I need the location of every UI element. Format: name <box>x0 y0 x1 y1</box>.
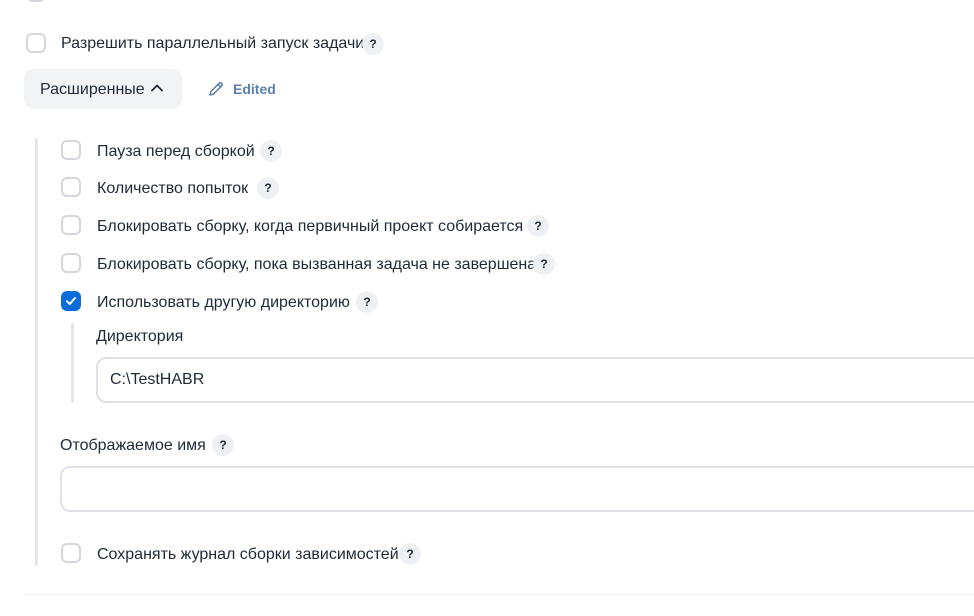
save-dependency-log-help-button[interactable]: ? <box>399 543 421 565</box>
pause-before-build-help-button[interactable]: ? <box>260 140 282 162</box>
block-downstream-label: Блокировать сборку, пока вызванная задач… <box>97 256 537 273</box>
parallel-label: Разрешить параллельный запуск задачи <box>61 35 365 52</box>
block-upstream-label: Блокировать сборку, когда первичный прое… <box>97 218 524 235</box>
previous-checkbox[interactable] <box>27 0 45 2</box>
advanced-section-border <box>35 138 38 566</box>
parallel-help-button[interactable]: ? <box>362 33 384 55</box>
section-divider <box>24 594 974 595</box>
advanced-button-label: Расширенные <box>40 81 145 98</box>
checkmark-icon <box>66 297 76 305</box>
retry-count-label: Количество попыток <box>97 180 249 197</box>
edited-label: Edited <box>233 81 276 97</box>
advanced-button[interactable]: Расширенные <box>24 69 182 109</box>
directory-label: Директория <box>96 328 184 345</box>
block-downstream-help-button[interactable]: ? <box>533 253 555 275</box>
retry-count-help-button[interactable]: ? <box>257 177 279 199</box>
directory-input[interactable] <box>96 357 974 403</box>
directory-section-border <box>71 323 74 403</box>
display-name-help-button[interactable]: ? <box>212 434 234 456</box>
display-name-label: Отображаемое имя <box>60 437 206 454</box>
save-dependency-log-checkbox[interactable] <box>61 543 81 563</box>
display-name-input[interactable] <box>60 466 974 512</box>
block-upstream-help-button[interactable]: ? <box>527 215 549 237</box>
chevron-up-icon <box>150 81 164 100</box>
parallel-checkbox[interactable] <box>26 33 46 53</box>
pause-before-build-checkbox[interactable] <box>61 140 81 160</box>
retry-count-checkbox[interactable] <box>61 177 81 197</box>
pause-before-build-label: Пауза перед сборкой <box>97 143 255 160</box>
custom-directory-label: Использовать другую директорию <box>97 294 350 311</box>
save-dependency-log-label: Сохранять журнал сборки зависимостей <box>97 546 399 563</box>
pencil-icon <box>207 80 225 103</box>
block-downstream-checkbox[interactable] <box>61 253 81 273</box>
custom-directory-checkbox[interactable] <box>61 291 81 311</box>
block-upstream-checkbox[interactable] <box>61 215 81 235</box>
custom-directory-help-button[interactable]: ? <box>356 291 378 313</box>
